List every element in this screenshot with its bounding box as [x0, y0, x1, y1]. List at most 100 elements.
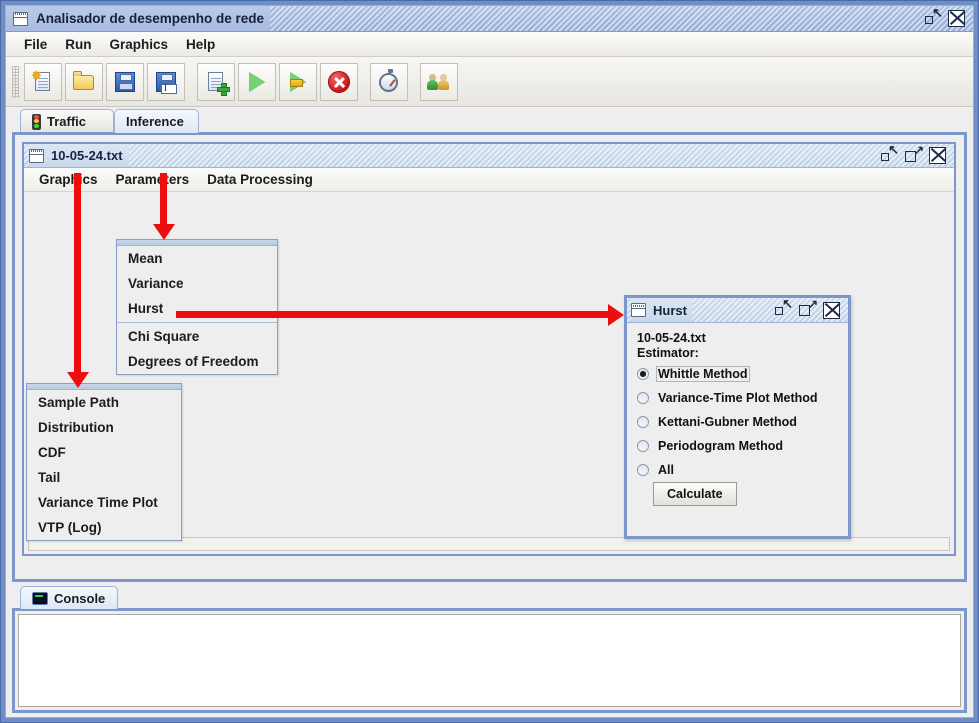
- radio-periodogram-method-label: Periodogram Method: [658, 439, 784, 453]
- window-title: Analisador de desempenho de rede: [36, 11, 265, 26]
- internal-menu-parameters[interactable]: Parameters: [107, 170, 199, 189]
- radio-all[interactable]: All: [637, 462, 838, 478]
- maximize-icon[interactable]: [905, 143, 924, 164]
- radio-periodogram-method[interactable]: Periodogram Method: [637, 438, 838, 454]
- window-outer-frame: Analisador de desempenho de rede File Ru…: [0, 0, 979, 723]
- minimize-icon[interactable]: [775, 296, 793, 318]
- play-flag-icon: [285, 69, 311, 95]
- internal-window-10-05-24: 10-05-24.txt Graphics Parameters Data Pr…: [22, 142, 956, 556]
- radio-kettani-gubner-method[interactable]: Kettani-Gubner Method: [637, 414, 838, 430]
- radio-whittle-method-label: Whittle Method: [656, 366, 750, 382]
- close-icon[interactable]: [929, 147, 946, 164]
- run-button[interactable]: [238, 62, 276, 101]
- internal-window-title: 10-05-24.txt: [51, 148, 123, 163]
- window-icon: [29, 148, 44, 163]
- radio-button-icon: [637, 464, 649, 476]
- new-file-icon: ✸: [30, 69, 56, 95]
- application-window: Analisador de desempenho de rede File Ru…: [0, 0, 979, 723]
- traffic-light-icon: [32, 113, 41, 130]
- menu-item-mean[interactable]: Mean: [117, 246, 277, 271]
- document-add-icon: [203, 69, 230, 96]
- run-step-button[interactable]: [279, 62, 317, 101]
- window-icon: [13, 11, 28, 26]
- titlebar-buttons: [925, 5, 973, 27]
- tab-traffic[interactable]: Traffic: [20, 109, 114, 133]
- menu-item-chi-square[interactable]: Chi Square: [117, 324, 277, 349]
- toolbar-drag-handle[interactable]: [12, 65, 19, 98]
- menu-graphics[interactable]: Graphics: [102, 35, 179, 54]
- console-output-area[interactable]: [18, 614, 961, 707]
- radio-button-icon: [637, 392, 649, 404]
- radio-kettani-gubner-method-label: Kettani-Gubner Method: [658, 415, 797, 429]
- stopwatch-icon: [376, 68, 402, 95]
- menu-item-sample-path[interactable]: Sample Path: [27, 390, 181, 415]
- maximize-icon[interactable]: [799, 297, 818, 318]
- tab-console-label: Console: [54, 590, 106, 606]
- menu-file[interactable]: File: [16, 35, 57, 54]
- timer-button[interactable]: [370, 62, 408, 101]
- parameters-menu-popup: Mean Variance Hurst Chi Square Degrees o…: [116, 239, 278, 375]
- graphics-menu-popup: Sample Path Distribution CDF Tail Varian…: [26, 383, 182, 541]
- main-menubar: File Run Graphics Help: [6, 32, 973, 57]
- minimize-icon[interactable]: [881, 142, 899, 164]
- users-icon: [426, 69, 452, 95]
- titlebar-identity: Analisador de desempenho de rede: [6, 6, 271, 31]
- hurst-dialog-body: 10-05-24.txt Estimator: Whittle Method V…: [627, 323, 848, 506]
- internal-window-identity: 10-05-24.txt: [29, 144, 129, 167]
- users-button[interactable]: [420, 62, 458, 101]
- arrow-graphics-menu: [66, 173, 89, 388]
- tab-console[interactable]: Console: [20, 586, 118, 609]
- inference-desktop-pane: 10-05-24.txt Graphics Parameters Data Pr…: [12, 132, 967, 582]
- console-monitor-icon: [32, 591, 48, 605]
- internal-menu-graphics[interactable]: Graphics: [30, 170, 107, 189]
- menu-item-degrees-of-freedom[interactable]: Degrees of Freedom: [117, 349, 277, 374]
- play-icon: [244, 69, 270, 95]
- radio-button-icon: [637, 416, 649, 428]
- save-as-button[interactable]: [147, 62, 185, 101]
- save-button[interactable]: [106, 62, 144, 101]
- hurst-title-text: Hurst: [653, 302, 687, 318]
- hurst-titlebar: Hurst: [627, 296, 848, 323]
- tab-inference[interactable]: Inference: [114, 109, 199, 133]
- internal-menu-data-processing[interactable]: Data Processing: [198, 170, 322, 189]
- window-inner-frame: Analisador de desempenho de rede File Ru…: [5, 5, 974, 718]
- radio-button-icon: [637, 368, 649, 380]
- hurst-identity: Hurst: [631, 298, 692, 322]
- internal-window-titlebar: 10-05-24.txt: [24, 142, 954, 168]
- internal-window-buttons: [881, 142, 950, 164]
- hurst-file-name: 10-05-24.txt: [637, 331, 706, 345]
- main-toolbar: ✸: [6, 57, 973, 107]
- hurst-dialog: Hurst 10-05-24.txt Estimator:: [624, 295, 851, 539]
- new-document-button[interactable]: [197, 62, 235, 101]
- close-icon[interactable]: [823, 301, 840, 319]
- minimize-icon[interactable]: [925, 5, 943, 27]
- menu-item-cdf[interactable]: CDF: [27, 440, 181, 465]
- new-file-button[interactable]: ✸: [24, 62, 62, 101]
- open-folder-icon: [71, 69, 97, 95]
- menu-help[interactable]: Help: [178, 35, 225, 54]
- main-tabstrip: Traffic Inference: [12, 109, 967, 133]
- hurst-window-buttons: [775, 296, 844, 319]
- menu-item-variance-time-plot[interactable]: Variance Time Plot: [27, 490, 181, 515]
- radio-button-icon: [637, 440, 649, 452]
- console-panel: [12, 608, 967, 713]
- stop-error-icon: [326, 69, 352, 95]
- menu-item-distribution[interactable]: Distribution: [27, 415, 181, 440]
- radio-variance-time-plot-method[interactable]: Variance-Time Plot Method: [637, 390, 838, 406]
- main-titlebar: Analisador de desempenho de rede: [6, 5, 973, 32]
- menu-item-variance[interactable]: Variance: [117, 271, 277, 296]
- radio-whittle-method[interactable]: Whittle Method: [637, 366, 838, 382]
- calculate-button[interactable]: Calculate: [653, 482, 737, 506]
- window-icon: [631, 303, 646, 317]
- open-file-button[interactable]: [65, 62, 103, 101]
- radio-all-label: All: [658, 463, 674, 477]
- arrow-hurst-to-whittle: [176, 303, 624, 326]
- close-icon[interactable]: [948, 10, 965, 27]
- menu-item-vtp-log[interactable]: VTP (Log): [27, 515, 181, 540]
- console-tabstrip: Console: [12, 586, 967, 609]
- stop-button[interactable]: [320, 62, 358, 101]
- internal-window-content: Mean Variance Hurst Chi Square Degrees o…: [24, 173, 954, 554]
- menu-item-tail[interactable]: Tail: [27, 465, 181, 490]
- menu-run[interactable]: Run: [57, 35, 101, 54]
- hurst-estimator-label: Estimator:: [637, 346, 699, 360]
